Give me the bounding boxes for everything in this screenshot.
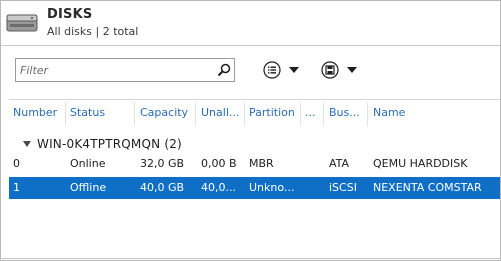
column-header-readonly[interactable]: ...: [305, 106, 316, 122]
cell-partition: Unkno...: [249, 181, 295, 194]
view-options-button[interactable]: [263, 59, 299, 81]
cell-status: Online: [70, 157, 106, 170]
column-header-capacity[interactable]: Capacity: [140, 106, 188, 122]
column-separator: [300, 102, 301, 126]
save-query-button[interactable]: [321, 59, 357, 81]
filter-input[interactable]: [18, 61, 208, 79]
column-header-number[interactable]: Number: [13, 106, 57, 122]
header-divider: [1, 45, 500, 46]
column-header-bus-type[interactable]: Bus...: [329, 106, 360, 122]
table-row-selected[interactable]: 1 Offline 40,0 GB 40,0... Unkno... iSCSI…: [9, 177, 500, 199]
server-group-label: WIN-0K4TPTRQMQN (2): [37, 137, 182, 151]
filter-box: [15, 58, 235, 82]
column-header-partition[interactable]: Partition: [249, 106, 295, 122]
column-separator: [323, 102, 324, 126]
collapse-chevron-icon[interactable]: [23, 141, 31, 147]
column-separator: [65, 102, 66, 126]
cell-number: 1: [13, 181, 20, 194]
cell-partition: MBR: [249, 157, 274, 170]
chevron-down-icon: [289, 67, 299, 73]
cell-capacity: 40,0 GB: [140, 181, 185, 194]
cell-capacity: 32,0 GB: [140, 157, 185, 170]
panel-bottom-border: [0, 258, 501, 259]
disk-count-subtitle: All disks | 2 total: [47, 25, 139, 38]
disks-panel: DISKS All disks | 2 total Filter Number …: [0, 0, 501, 261]
column-header-status[interactable]: Status: [70, 106, 105, 122]
grid-top-border: [9, 99, 500, 100]
cell-unallocated: 0,00 B: [201, 157, 237, 170]
column-separator: [134, 102, 135, 126]
cell-name: QEMU HARDDISK: [373, 157, 468, 170]
column-header-name[interactable]: Name: [373, 106, 405, 122]
cell-bus-type: iSCSI: [329, 181, 357, 194]
column-separator: [195, 102, 196, 126]
server-group-header[interactable]: WIN-0K4TPTRQMQN (2): [23, 136, 182, 152]
column-separator: [244, 102, 245, 126]
cell-bus-type: ATA: [329, 157, 350, 170]
cell-number: 0: [13, 157, 20, 170]
panel-header: DISKS All disks | 2 total: [1, 1, 500, 47]
table-row[interactable]: 0 Online 32,0 GB 0,00 B MBR ATA QEMU HAR…: [9, 153, 500, 175]
column-separator: [367, 102, 368, 126]
cell-status: Offline: [70, 181, 107, 194]
chevron-down-icon: [347, 67, 357, 73]
column-header-unallocated[interactable]: Unall...: [201, 106, 239, 122]
page-title: DISKS: [47, 7, 93, 22]
cell-name: NEXENTA COMSTAR: [373, 181, 482, 194]
save-icon: [321, 61, 339, 79]
disk-icon: [6, 14, 38, 32]
cell-unallocated: 40,0...: [201, 181, 236, 194]
list-icon: [263, 61, 281, 79]
search-icon[interactable]: [217, 63, 231, 77]
